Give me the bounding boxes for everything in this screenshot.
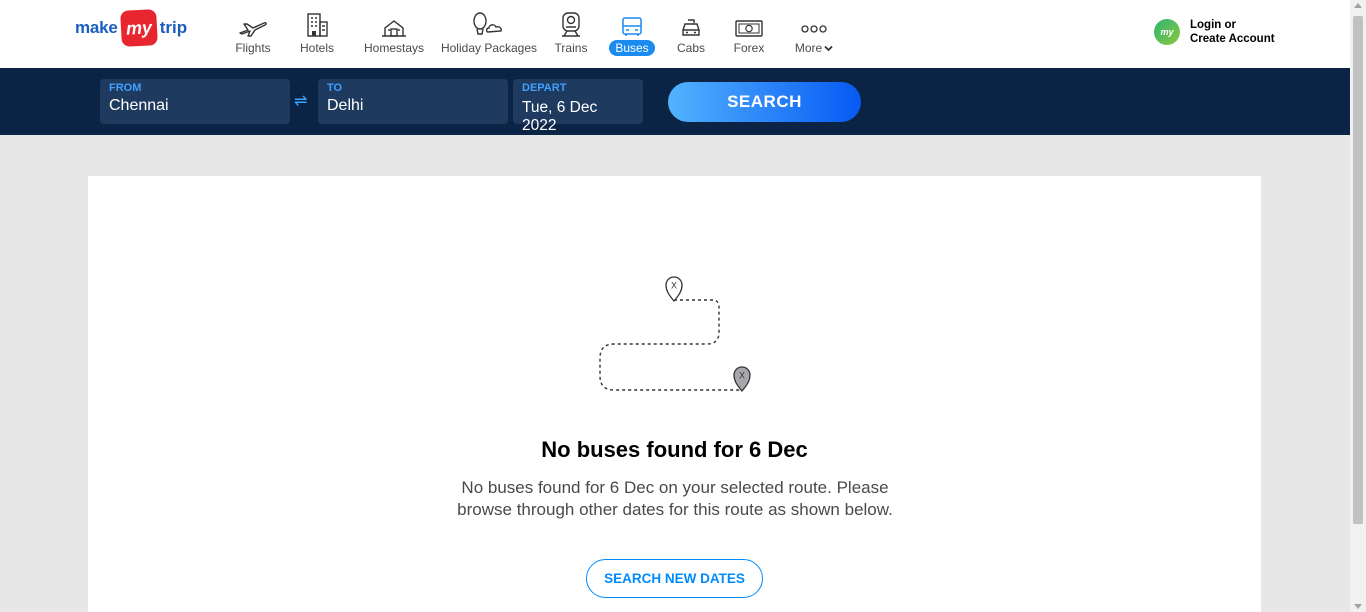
nav-hotels[interactable]: Hotels: [297, 10, 337, 58]
to-value: Delhi: [327, 97, 364, 114]
no-route-illustration: X X: [599, 276, 751, 392]
swap-icon[interactable]: ⇌: [294, 91, 307, 111]
nav-label: Forex: [733, 41, 765, 55]
nav-label: Buses: [609, 40, 655, 56]
house-icon: [382, 20, 406, 37]
nav-trains[interactable]: Trains: [553, 10, 589, 58]
nav-label: Cabs: [676, 41, 705, 55]
logo-trip: trip: [159, 18, 188, 37]
from-value: Chennai: [109, 97, 169, 114]
bus-icon: [622, 17, 642, 36]
login-create-account[interactable]: my Login or Create Account: [1154, 18, 1275, 46]
scroll-up-arrow-icon[interactable]: [1354, 3, 1362, 8]
nav-label: Flights: [235, 41, 271, 55]
nav-forex[interactable]: Forex: [730, 10, 768, 58]
create-account-line: Create Account: [1190, 33, 1275, 45]
scroll-down-arrow-icon[interactable]: [1354, 604, 1362, 609]
nav-label: Hotels: [299, 41, 334, 55]
nav-more-label-wrap: More: [795, 41, 833, 55]
depart-field[interactable]: DEPART Tue, 6 Dec 2022: [513, 79, 643, 134]
login-line: Login or: [1190, 19, 1236, 31]
logo-my-badge: my: [119, 9, 158, 47]
search-button[interactable]: SEARCH: [668, 82, 861, 122]
car-icon: [682, 19, 700, 36]
search-new-dates-button[interactable]: SEARCH NEW DATES: [586, 559, 763, 598]
no-buses-title: No buses found for 6 Dec: [541, 437, 808, 462]
airplane-icon: [239, 22, 267, 37]
page-scrollbar[interactable]: [1350, 0, 1366, 612]
train-icon: [562, 12, 580, 37]
nav-buses[interactable]: Buses: [609, 10, 655, 58]
nav-label: Trains: [554, 41, 588, 55]
top-header: make my trip Flights Hotels Homestays Ho…: [0, 0, 1350, 68]
end-pin-mark: X: [739, 371, 745, 381]
currency-icon: [735, 20, 763, 37]
depart-value: Tue, 6 Dec 2022: [522, 99, 598, 134]
from-field[interactable]: FROM Chennai: [100, 79, 290, 124]
logo-make: make: [75, 18, 118, 37]
makemytrip-logo[interactable]: make my trip: [75, 9, 188, 47]
avatar: my: [1154, 19, 1180, 45]
start-pin-mark: X: [671, 281, 677, 291]
nav-label: Homestays: [363, 41, 425, 55]
nav-flights[interactable]: Flights: [233, 10, 273, 58]
nav-homestays[interactable]: Homestays: [364, 10, 424, 58]
to-label: TO: [327, 82, 343, 94]
nav-label: Holiday Packages: [440, 41, 538, 55]
nav-cabs[interactable]: Cabs: [672, 10, 710, 58]
login-text: Login or Create Account: [1190, 18, 1275, 46]
nav-holiday-packages[interactable]: Holiday Packages: [440, 10, 538, 58]
hotel-building-icon: [307, 13, 328, 37]
start-pin-icon: X: [665, 276, 683, 302]
to-field[interactable]: TO Delhi: [318, 79, 508, 124]
chevron-down-icon: [824, 45, 833, 52]
depart-label: DEPART: [522, 82, 567, 94]
balloon-icon: [473, 12, 502, 35]
scrollbar-thumb[interactable]: [1353, 16, 1363, 524]
more-dots-icon: [801, 25, 827, 33]
end-pin-icon: X: [733, 366, 751, 392]
nav-label: More: [794, 41, 823, 55]
nav-more[interactable]: More: [790, 10, 838, 58]
from-label: FROM: [109, 82, 142, 94]
no-buses-description: No buses found for 6 Dec on your selecte…: [457, 478, 893, 519]
